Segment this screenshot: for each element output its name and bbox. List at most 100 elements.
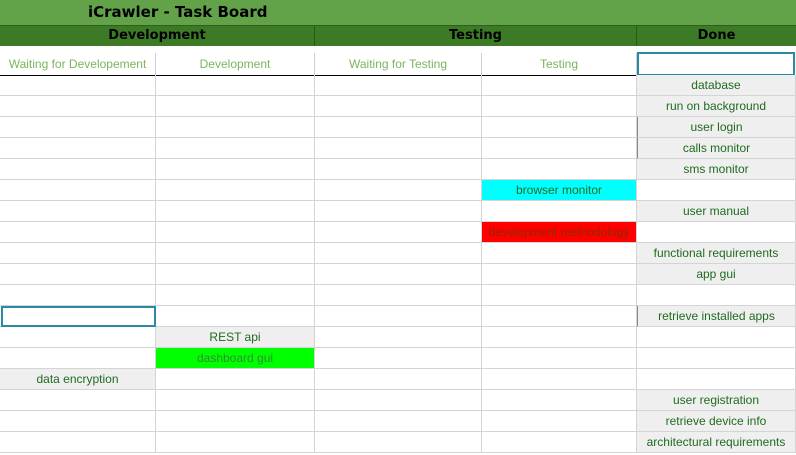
grid-cell[interactable] xyxy=(315,96,482,117)
task-card-database[interactable]: database xyxy=(637,75,796,96)
grid-cell[interactable] xyxy=(315,243,482,264)
grid-cell[interactable] xyxy=(482,411,637,432)
grid-cell[interactable] xyxy=(482,306,637,327)
selected-cell[interactable] xyxy=(637,52,795,76)
grid-cell[interactable] xyxy=(315,159,482,180)
grid-cell[interactable] xyxy=(315,201,482,222)
grid-cell[interactable] xyxy=(0,96,156,117)
grid-cell[interactable] xyxy=(482,432,637,453)
grid-cell[interactable] xyxy=(315,306,482,327)
active-cell-selection[interactable] xyxy=(1,306,156,327)
grid-cell[interactable] xyxy=(156,243,315,264)
grid-cell[interactable] xyxy=(482,285,637,306)
grid-cell[interactable] xyxy=(315,411,482,432)
grid-cell[interactable] xyxy=(482,96,637,117)
grid-cell[interactable] xyxy=(156,117,315,138)
grid-cell[interactable] xyxy=(0,159,156,180)
grid-cell[interactable] xyxy=(0,432,156,453)
grid-cell[interactable] xyxy=(315,222,482,243)
task-card-run-on-background[interactable]: run on background xyxy=(637,96,796,117)
task-card-architectural-requirements[interactable]: architectural requirements xyxy=(637,432,796,453)
grid-cell[interactable] xyxy=(156,264,315,285)
column-waiting-for-development[interactable]: Waiting for Developement xyxy=(0,53,156,75)
grid-cell[interactable] xyxy=(637,222,796,243)
grid-cell[interactable] xyxy=(0,411,156,432)
grid-cell[interactable] xyxy=(482,390,637,411)
grid-cell[interactable] xyxy=(637,327,796,348)
task-card-user-login[interactable]: user login xyxy=(637,117,796,138)
grid-cell[interactable] xyxy=(637,369,796,390)
grid-cell[interactable] xyxy=(315,138,482,159)
task-card-functional-requirements[interactable]: functional requirements xyxy=(637,243,796,264)
task-card-data-encryption[interactable]: data encryption xyxy=(0,369,156,390)
grid-cell[interactable] xyxy=(156,180,315,201)
grid-cell[interactable] xyxy=(156,432,315,453)
task-card-dashboard-gui[interactable]: dashboard gui xyxy=(156,348,315,369)
group-development[interactable]: Development xyxy=(0,26,315,46)
task-card-sms-monitor[interactable]: sms monitor xyxy=(637,159,796,180)
grid-cell[interactable] xyxy=(156,411,315,432)
grid-cell[interactable] xyxy=(156,390,315,411)
group-testing[interactable]: Testing xyxy=(315,26,637,46)
grid-cell[interactable] xyxy=(482,327,637,348)
grid-cell[interactable] xyxy=(0,222,156,243)
task-card-retrieve-device-info[interactable]: retrieve device info xyxy=(637,411,796,432)
grid-cell[interactable] xyxy=(637,285,796,306)
task-card-browser-monitor[interactable]: browser monitor xyxy=(482,180,637,201)
grid-cell[interactable] xyxy=(156,285,315,306)
grid-cell[interactable] xyxy=(315,180,482,201)
grid-cell[interactable] xyxy=(315,390,482,411)
task-card-rest-api[interactable]: REST api xyxy=(156,327,315,348)
grid-cell[interactable] xyxy=(156,222,315,243)
column-development[interactable]: Development xyxy=(156,53,315,75)
grid-cell[interactable] xyxy=(0,390,156,411)
grid-cell[interactable] xyxy=(315,432,482,453)
grid-cell[interactable] xyxy=(156,96,315,117)
grid-cell[interactable] xyxy=(482,138,637,159)
grid-cell[interactable] xyxy=(0,243,156,264)
grid-cell[interactable] xyxy=(315,327,482,348)
grid-cell[interactable] xyxy=(482,159,637,180)
grid-row: data encryption xyxy=(0,369,796,390)
grid-cell[interactable] xyxy=(637,180,796,201)
grid-cell[interactable] xyxy=(482,117,637,138)
task-card-user-manual[interactable]: user manual xyxy=(637,201,796,222)
group-done[interactable]: Done xyxy=(637,26,796,46)
grid-cell[interactable] xyxy=(315,285,482,306)
grid-cell[interactable] xyxy=(482,264,637,285)
grid-cell[interactable] xyxy=(156,159,315,180)
grid-cell[interactable] xyxy=(156,201,315,222)
grid-cell[interactable] xyxy=(156,138,315,159)
grid-cell[interactable] xyxy=(156,369,315,390)
grid-cell[interactable] xyxy=(482,369,637,390)
grid-cell[interactable] xyxy=(0,138,156,159)
grid-cell[interactable] xyxy=(637,348,796,369)
grid-cell[interactable] xyxy=(0,180,156,201)
column-waiting-for-testing[interactable]: Waiting for Testing xyxy=(315,53,482,75)
grid-cell[interactable] xyxy=(315,117,482,138)
task-card-retrieve-installed-apps[interactable]: retrieve installed apps xyxy=(637,306,796,327)
grid-cell[interactable] xyxy=(0,117,156,138)
grid-cell[interactable] xyxy=(0,75,156,96)
grid-cell[interactable] xyxy=(482,75,637,96)
grid-cell[interactable] xyxy=(0,327,156,348)
grid-row: run on background xyxy=(0,96,796,117)
grid-cell[interactable] xyxy=(0,348,156,369)
grid-cell[interactable] xyxy=(482,348,637,369)
grid-cell[interactable] xyxy=(0,201,156,222)
task-card-app-gui[interactable]: app gui xyxy=(637,264,796,285)
grid-cell[interactable] xyxy=(315,348,482,369)
grid-cell[interactable] xyxy=(0,264,156,285)
grid-cell[interactable] xyxy=(482,243,637,264)
grid-cell[interactable] xyxy=(482,201,637,222)
task-card-development-methodology[interactable]: development methodology xyxy=(482,222,637,243)
grid-cell[interactable] xyxy=(315,264,482,285)
grid-cell[interactable] xyxy=(315,75,482,96)
grid-cell[interactable] xyxy=(156,306,315,327)
column-testing[interactable]: Testing xyxy=(482,53,637,75)
grid-cell[interactable] xyxy=(0,285,156,306)
grid-cell[interactable] xyxy=(156,75,315,96)
grid-cell[interactable] xyxy=(315,369,482,390)
task-card-user-registration[interactable]: user registration xyxy=(637,390,796,411)
task-card-calls-monitor[interactable]: calls monitor xyxy=(637,138,796,159)
